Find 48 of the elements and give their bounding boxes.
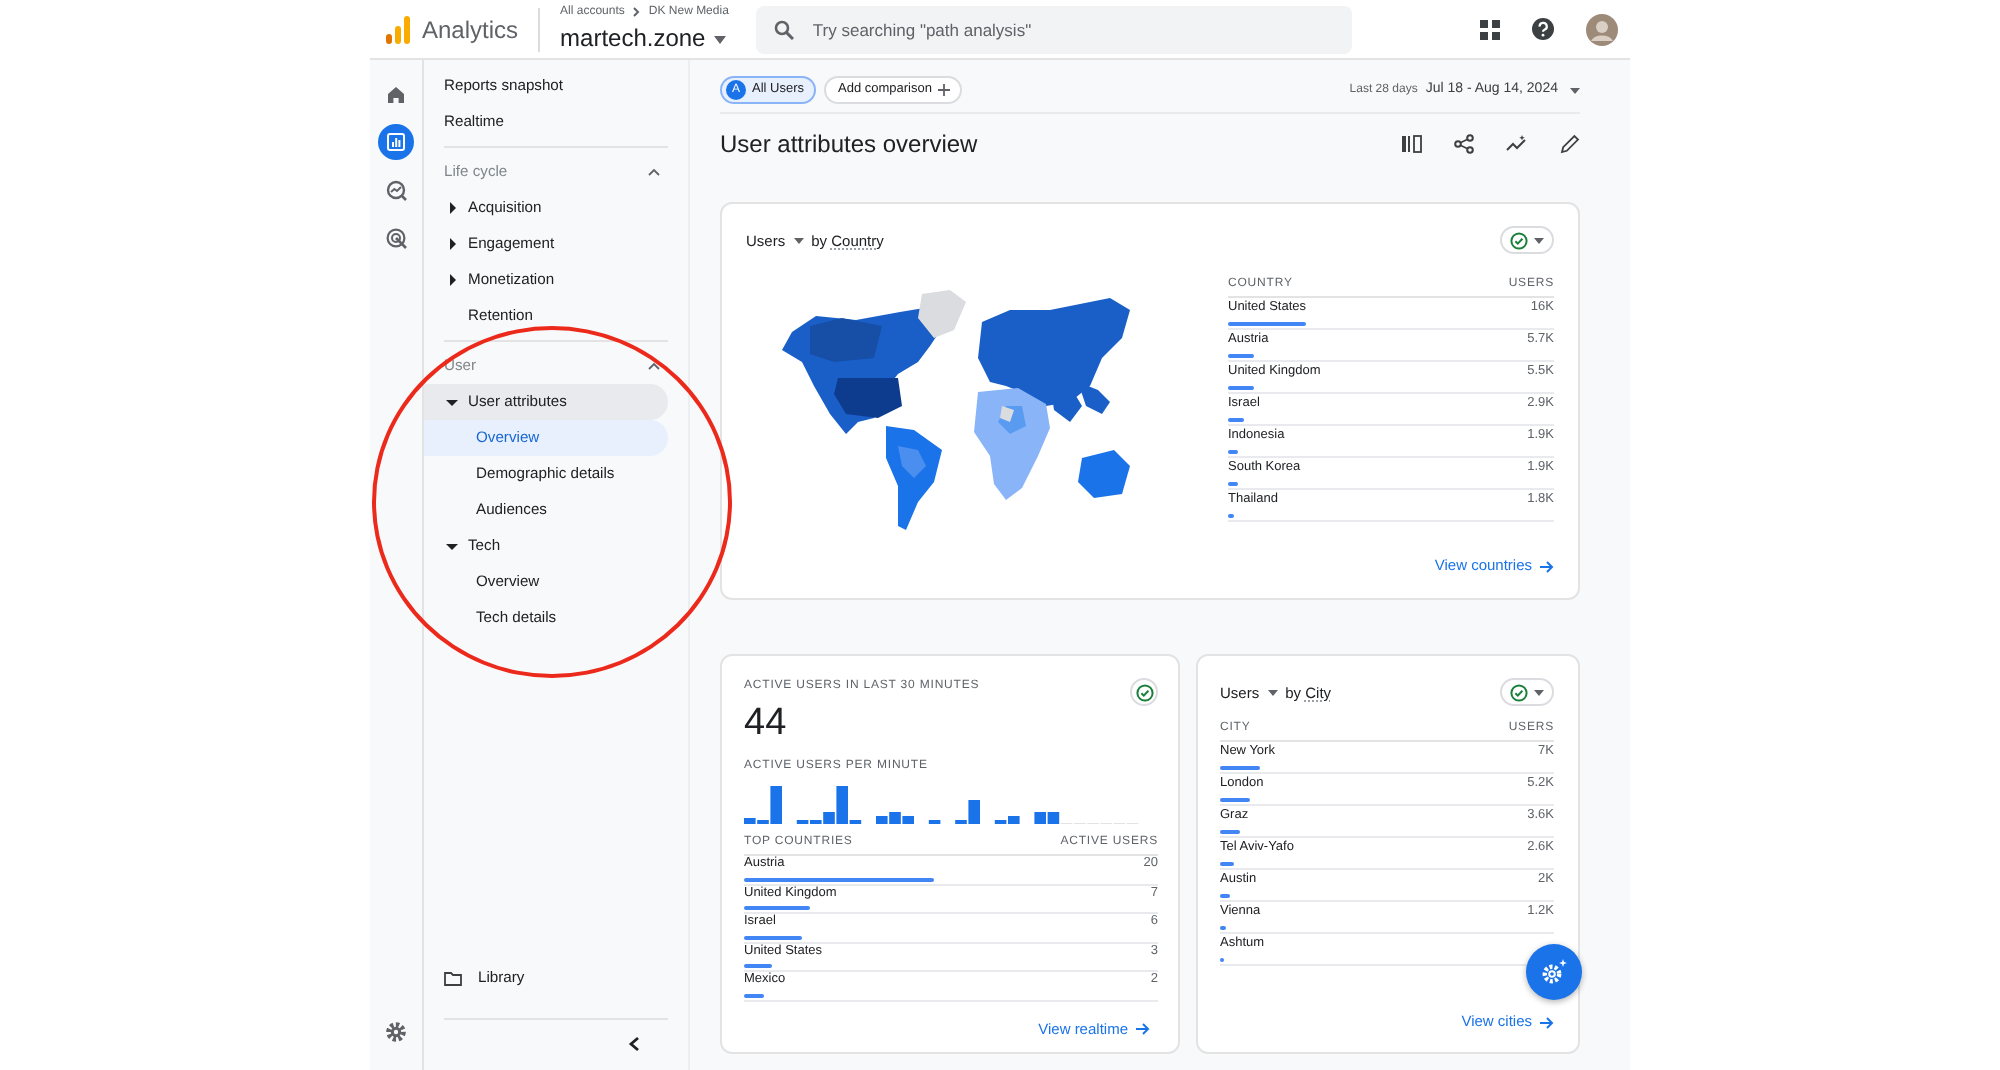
help-icon[interactable] [1532, 18, 1554, 40]
chevron-right-icon [632, 5, 641, 18]
compare-status-button[interactable] [1500, 226, 1554, 255]
analytics-logo-icon [386, 15, 410, 43]
chevron-up-icon [648, 168, 660, 176]
bar-chart-tab[interactable] [378, 124, 414, 160]
caret-right-icon [448, 238, 456, 250]
caret-down-icon [1534, 689, 1544, 696]
caret-down-icon [793, 237, 804, 244]
insights-icon[interactable] [1506, 134, 1528, 155]
collapse-chevron-icon[interactable] [628, 1036, 640, 1052]
avatar-icon[interactable] [1586, 13, 1618, 45]
property-selector[interactable]: martech.zone [560, 25, 729, 53]
caret-down-icon [446, 398, 458, 406]
folder-icon [444, 971, 462, 985]
arrow-right-icon [1540, 1015, 1554, 1030]
plus-icon [938, 84, 950, 96]
settings-icon[interactable] [384, 1020, 408, 1044]
share-icon[interactable] [1454, 134, 1474, 155]
compare-columns-icon[interactable] [1402, 134, 1422, 155]
search-field[interactable]: Try searching "path analysis" [756, 5, 1353, 53]
caret-right-icon [448, 274, 456, 286]
search-icon [774, 19, 795, 39]
arrow-right-icon [1540, 559, 1554, 574]
page-title: User attributes overview [720, 130, 978, 159]
assistant-button[interactable] [1526, 944, 1582, 1001]
caret-down-icon [713, 35, 726, 43]
caret-down-icon [446, 542, 458, 550]
bar-chart-icon [384, 130, 408, 154]
magnifier-chart-icon [384, 178, 408, 202]
product-name: Analytics [422, 13, 519, 47]
target-cursor-icon [384, 226, 408, 250]
apps-grid-icon[interactable] [1480, 19, 1500, 39]
compare-status-button[interactable] [1500, 678, 1554, 707]
check-circle-icon [1510, 231, 1528, 250]
check-circle-icon [1510, 683, 1528, 702]
caret-right-icon [448, 202, 456, 214]
gear-sparkle-icon [1540, 958, 1568, 987]
home-icon [384, 82, 408, 106]
caret-down-icon [1534, 237, 1544, 244]
arrow-right-icon [1136, 1022, 1150, 1037]
chevron-up-icon [648, 362, 660, 370]
status-button[interactable] [1130, 678, 1158, 707]
caret-down-icon [1267, 689, 1278, 696]
metric-value: 44 [744, 704, 789, 743]
pencil-icon[interactable] [1560, 134, 1580, 155]
caret-down-icon [1570, 87, 1580, 93]
check-circle-icon [1135, 683, 1153, 702]
